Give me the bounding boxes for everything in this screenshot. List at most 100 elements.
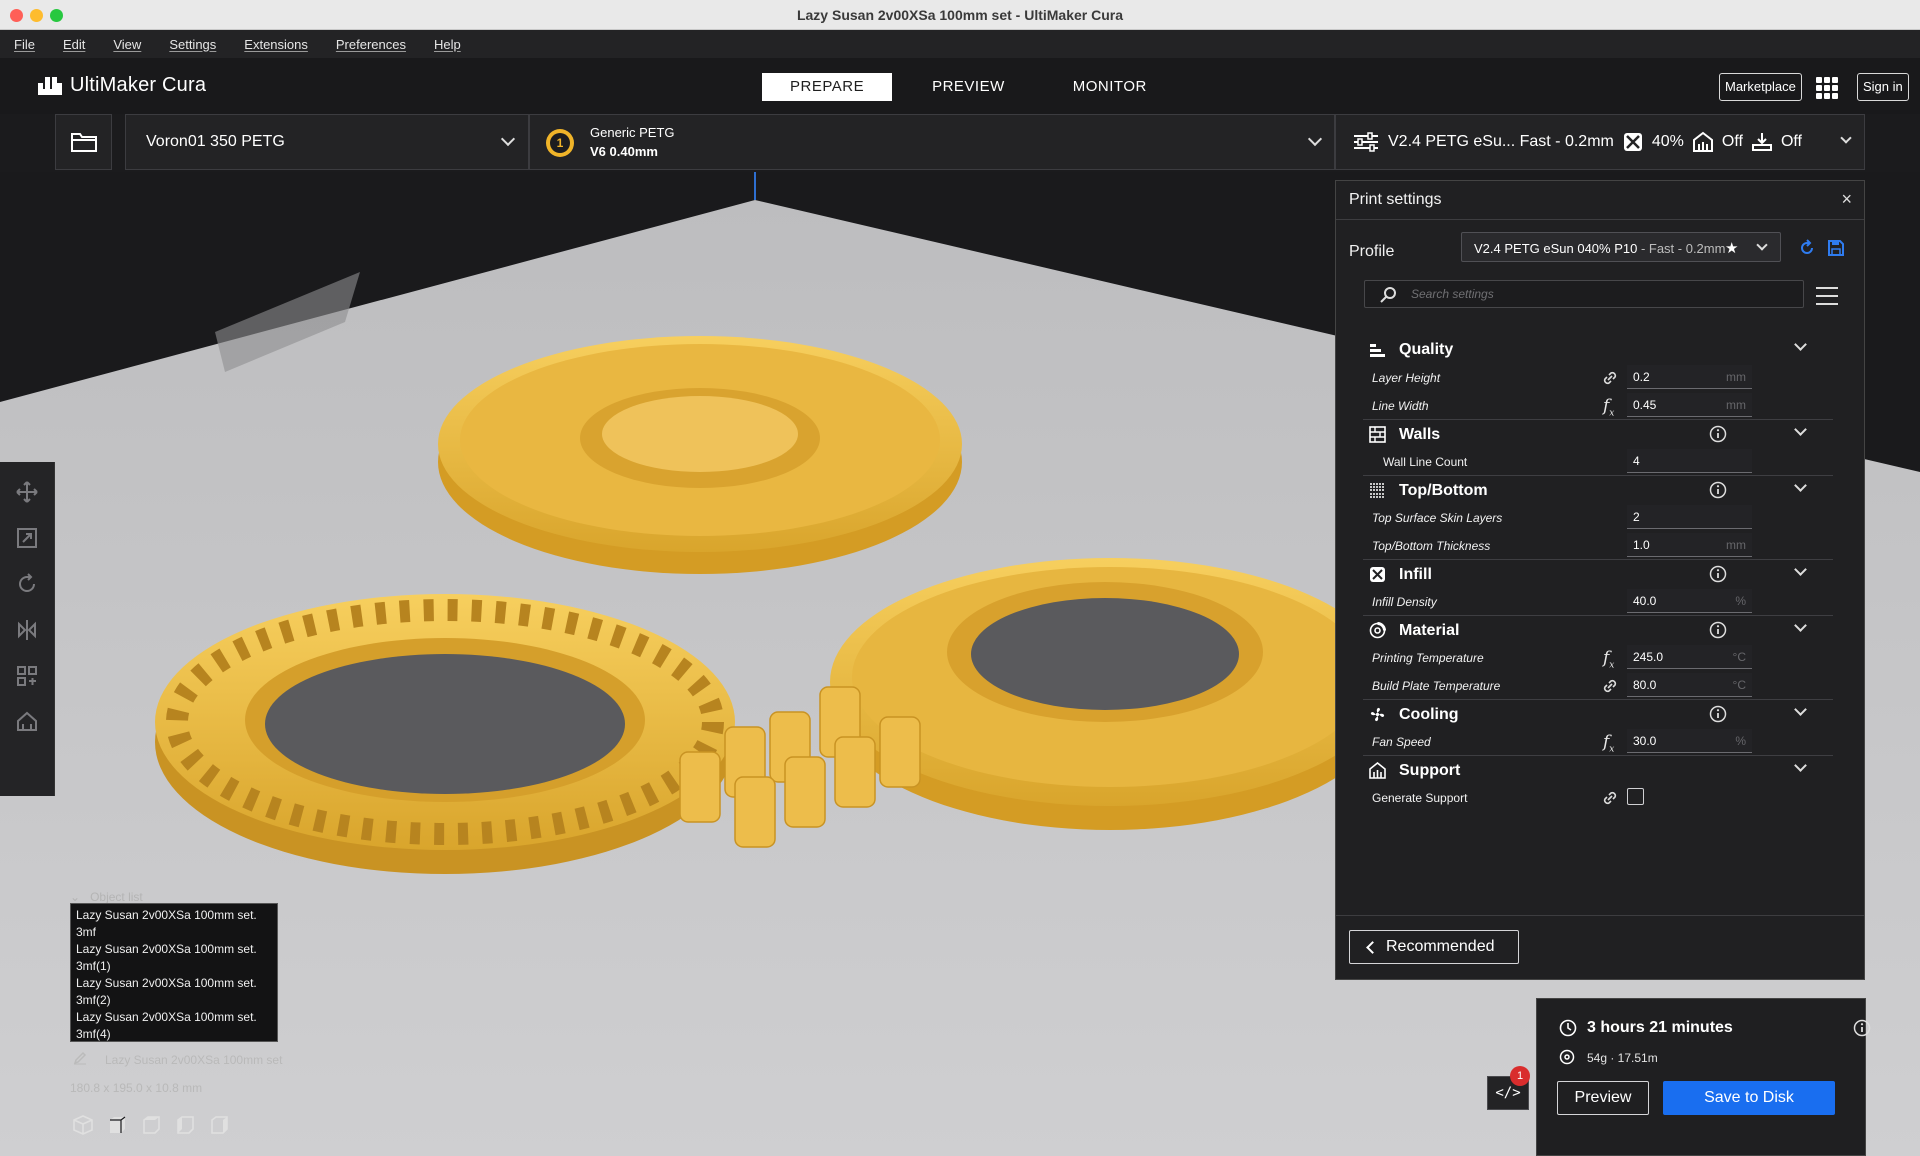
print-settings-panel: Print settings × Profile V2.4 PETG eSun … <box>1335 180 1865 980</box>
reset-profile-icon[interactable] <box>1798 239 1816 257</box>
material-selector[interactable]: 1 Generic PETG V6 0.40mm <box>529 114 1335 170</box>
formula-icon[interactable]: fx <box>1603 396 1614 418</box>
info-icon[interactable] <box>1709 565 1727 583</box>
sign-in-button[interactable]: Sign in <box>1857 73 1909 101</box>
profile-dropdown[interactable]: V2.4 PETG eSun 040% P10 - Fast - 0.2mm ★ <box>1461 232 1781 262</box>
print-settings-summary[interactable]: V2.4 PETG eSu... Fast - 0.2mm 40% Off Of… <box>1335 114 1865 170</box>
menu-help[interactable]: Help <box>434 37 461 52</box>
transform-toolbar <box>0 462 55 796</box>
setting-row-build-plate-temperature: Build Plate Temperature 80.0 °C <box>1363 671 1833 699</box>
support-blocker-icon[interactable] <box>15 710 39 734</box>
settings-visibility-menu-icon[interactable] <box>1816 287 1838 305</box>
formula-icon[interactable]: fx <box>1603 732 1614 754</box>
per-model-settings-icon[interactable] <box>15 664 39 688</box>
pencil-icon[interactable] <box>73 1051 87 1065</box>
rotate-tool-icon[interactable] <box>15 572 39 596</box>
spool-icon <box>1559 1049 1575 1065</box>
printing-temperature-field[interactable]: 245.0 °C <box>1627 645 1752 669</box>
apps-grid-icon[interactable] <box>1816 77 1838 99</box>
formula-icon[interactable]: fx <box>1603 648 1614 670</box>
menu-preferences[interactable]: Preferences <box>336 37 406 52</box>
object-list-toggle[interactable]: ⌄ Object list <box>70 890 143 904</box>
wall-line-count-field[interactable]: 4 <box>1627 449 1752 473</box>
link-icon[interactable] <box>1601 677 1619 695</box>
save-to-disk-button[interactable]: Save to Disk <box>1663 1081 1835 1115</box>
tab-monitor[interactable]: MONITOR <box>1045 73 1175 101</box>
search-input[interactable] <box>1411 287 1791 301</box>
setting-label: Wall Line Count <box>1383 455 1468 469</box>
close-icon[interactable]: × <box>1841 189 1852 210</box>
marketplace-button[interactable]: Marketplace <box>1719 73 1802 101</box>
category-support[interactable]: Support <box>1363 755 1833 783</box>
list-item[interactable]: Lazy Susan 2v00XSa 100mm set. <box>76 907 272 924</box>
menu-file[interactable]: File <box>14 37 35 52</box>
list-item[interactable]: Lazy Susan 2v00XSa 100mm set. <box>76 1009 272 1026</box>
list-item[interactable]: Lazy Susan 2v00XSa 100mm set. <box>76 975 272 992</box>
category-walls[interactable]: Walls <box>1363 419 1833 447</box>
open-file-button[interactable] <box>55 114 112 170</box>
view-top-icon[interactable] <box>140 1114 162 1136</box>
setting-row-infill-density: Infill Density 40.0% <box>1363 587 1833 615</box>
adhesion-summary: Off <box>1780 133 1802 150</box>
stage-toolbar: Voron01 350 PETG 1 Generic PETG V6 0.40m… <box>0 114 1920 172</box>
recommended-label: Recommended <box>1386 938 1495 955</box>
infill-density-field[interactable]: 40.0% <box>1627 589 1752 613</box>
category-infill[interactable]: Infill <box>1363 559 1833 587</box>
list-item[interactable]: 3mf(1) <box>76 958 272 975</box>
fan-speed-field[interactable]: 30.0% <box>1627 729 1752 753</box>
category-label: Material <box>1399 622 1460 639</box>
folder-icon <box>70 133 97 152</box>
view-front-icon[interactable] <box>106 1114 128 1136</box>
move-tool-icon[interactable] <box>15 480 39 504</box>
list-item[interactable]: Lazy Susan 2v00XSa 100mm set. <box>76 941 272 958</box>
preview-button[interactable]: Preview <box>1557 1081 1649 1115</box>
settings-search <box>1364 280 1804 308</box>
category-quality[interactable]: Quality <box>1363 335 1833 363</box>
list-item[interactable]: 3mf(2) <box>76 992 272 1009</box>
menu-edit[interactable]: Edit <box>63 37 85 52</box>
layer-height-field[interactable]: 0.2 mm <box>1627 365 1752 389</box>
top-surface-skin-layers-field[interactable]: 2 <box>1627 505 1752 529</box>
list-item[interactable]: 3mf <box>76 924 272 941</box>
info-icon[interactable] <box>1709 621 1727 639</box>
view-right-icon[interactable] <box>208 1114 230 1136</box>
build-plate-temperature-field[interactable]: 80.0 °C <box>1627 673 1752 697</box>
info-icon[interactable] <box>1709 481 1727 499</box>
info-icon[interactable] <box>1709 425 1727 443</box>
recommended-button[interactable]: Recommended <box>1349 930 1519 964</box>
category-top-bottom[interactable]: Top/Bottom <box>1363 475 1833 503</box>
list-item[interactable]: 3mf(4) <box>76 1026 272 1043</box>
info-icon[interactable] <box>1709 705 1727 723</box>
menu-view[interactable]: View <box>113 37 141 52</box>
category-cooling[interactable]: Cooling <box>1363 699 1833 727</box>
top-bottom-thickness-field[interactable]: 1.0 mm <box>1627 533 1752 557</box>
view-3d-icon[interactable] <box>72 1114 94 1136</box>
chevron-down-icon <box>1840 132 1852 144</box>
category-material[interactable]: Material <box>1363 615 1833 643</box>
menu-extensions[interactable]: Extensions <box>244 37 308 52</box>
setting-label: Layer Height <box>1372 371 1441 385</box>
camera-view-buttons <box>72 1114 242 1136</box>
support-icon <box>1369 762 1386 779</box>
menu-settings[interactable]: Settings <box>169 37 216 52</box>
scale-tool-icon[interactable] <box>15 526 39 550</box>
tab-prepare[interactable]: PREPARE <box>762 73 893 101</box>
profile-value: V2.4 PETG eSun 040% P10 - Fast - 0.2mm <box>1474 241 1726 256</box>
printer-selector[interactable]: Voron01 350 PETG <box>125 114 529 170</box>
line-width-field[interactable]: 0.45 mm <box>1627 393 1752 417</box>
generate-support-checkbox[interactable] <box>1627 788 1644 805</box>
save-profile-icon[interactable] <box>1827 239 1845 257</box>
chevron-down-icon <box>1794 423 1807 436</box>
chevron-down-icon <box>1794 703 1807 716</box>
link-icon[interactable] <box>1601 369 1619 387</box>
category-label: Top/Bottom <box>1399 482 1488 499</box>
app-header: UltiMaker Cura PREPARE PREVIEW MONITOR M… <box>0 58 1920 114</box>
tab-preview[interactable]: PREVIEW <box>904 73 1033 101</box>
link-icon[interactable] <box>1601 789 1619 807</box>
view-left-icon[interactable] <box>174 1114 196 1136</box>
mirror-tool-icon[interactable] <box>15 618 39 642</box>
setting-label: Build Plate Temperature <box>1372 679 1501 693</box>
divider <box>1336 915 1864 916</box>
material-name: Generic PETG <box>590 125 675 140</box>
info-icon[interactable] <box>1853 1019 1871 1037</box>
